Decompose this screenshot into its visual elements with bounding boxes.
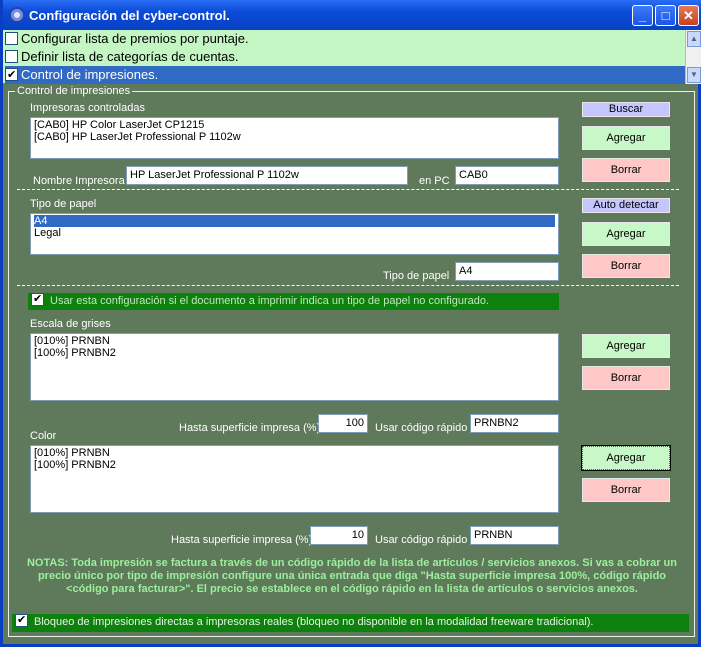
main-window: Configuración del cyber-control. _ □ ✕ C… [0, 0, 701, 647]
list-item[interactable]: A4 [34, 215, 555, 227]
title-bar[interactable]: Configuración del cyber-control. _ □ ✕ [3, 0, 701, 30]
close-button[interactable]: ✕ [678, 5, 699, 26]
list-item[interactable]: [CAB0] HP LaserJet Professional P 1102w [34, 131, 555, 143]
add-printer-button[interactable]: Agregar [582, 126, 670, 150]
pc-label: en PC [419, 175, 450, 187]
paper-type-label: Tipo de papel [30, 198, 97, 210]
list-item[interactable]: [CAB0] HP Color LaserJet CP1215 [34, 119, 555, 131]
paper-type-list[interactable]: A4 Legal [30, 213, 559, 255]
divider [17, 189, 679, 190]
delete-paper-button[interactable]: Borrar [582, 254, 670, 278]
block-direct-label: Bloqueo de impresiones directas a impres… [34, 616, 594, 628]
auto-detect-button[interactable]: Auto detectar [582, 198, 670, 213]
pc-field[interactable]: CAB0 [455, 166, 559, 185]
add-grayscale-button[interactable]: Agregar [582, 334, 670, 358]
notes-text: NOTAS: Toda impresión se factura a travé… [26, 557, 677, 595]
list-item[interactable]: [010%] PRNBN [34, 447, 555, 459]
grayscale-code-field[interactable]: PRNBN2 [470, 414, 559, 433]
printers-label: Impresoras controladas [30, 102, 145, 114]
window-title: Configuración del cyber-control. [29, 8, 230, 23]
color-code-field[interactable]: PRNBN [470, 526, 559, 545]
list-item-impresiones[interactable]: Control de impresiones. [5, 66, 685, 84]
categorias-checkbox[interactable] [5, 50, 18, 63]
grayscale-list[interactable]: [010%] PRNBN [100%] PRNBN2 [30, 333, 559, 401]
delete-color-button[interactable]: Borrar [582, 478, 670, 502]
buscar-button[interactable]: Buscar [582, 102, 670, 117]
list-item-label: Definir lista de categorías de cuentas. [21, 49, 239, 64]
delete-printer-button[interactable]: Borrar [582, 158, 670, 182]
use-config-option[interactable]: Usar esta configuración si el documento … [28, 291, 559, 310]
color-surface-label: Hasta superficie impresa (%) [171, 534, 313, 546]
block-direct-option[interactable]: Bloqueo de impresiones directas a impres… [12, 612, 689, 632]
block-direct-checkbox[interactable] [15, 612, 28, 628]
paper-type-field-label: Tipo de papel [383, 270, 450, 282]
paper-type-field[interactable]: A4 [455, 262, 559, 281]
scroll-up-icon[interactable]: ▲ [687, 31, 701, 47]
list-scrollbar[interactable]: ▲ ▼ [685, 30, 701, 84]
printer-name-field[interactable]: HP LaserJet Professional P 1102w [126, 166, 408, 185]
divider [17, 285, 679, 286]
add-paper-button[interactable]: Agregar [582, 222, 670, 246]
grayscale-code-label: Usar código rápido [375, 422, 468, 434]
color-label: Color [30, 430, 57, 442]
app-gear-icon [9, 7, 25, 23]
use-config-label: Usar esta configuración si el documento … [50, 295, 490, 307]
list-item[interactable]: [010%] PRNBN [34, 335, 555, 347]
list-item-categorias[interactable]: Definir lista de categorías de cuentas. [5, 48, 685, 66]
grayscale-surface-field[interactable]: 100 [318, 414, 368, 433]
list-item[interactable]: Legal [34, 227, 555, 239]
use-config-checkbox[interactable] [31, 291, 44, 307]
grayscale-surface-label: Hasta superficie impresa (%) [179, 422, 321, 434]
config-options-list: Configurar lista de premios por puntaje.… [3, 30, 701, 84]
maximize-button[interactable]: □ [655, 5, 676, 26]
printers-list[interactable]: [CAB0] HP Color LaserJet CP1215 [CAB0] H… [30, 117, 559, 159]
list-item[interactable]: [100%] PRNBN2 [34, 347, 555, 359]
list-item[interactable]: [100%] PRNBN2 [34, 459, 555, 471]
list-item-label: Control de impresiones. [21, 67, 159, 82]
add-color-button[interactable]: Agregar [581, 445, 671, 471]
frame-legend: Control de impresiones [15, 85, 133, 97]
impresiones-checkbox[interactable] [5, 66, 18, 84]
list-item-premios[interactable]: Configurar lista de premios por puntaje. [5, 30, 685, 48]
printer-name-label: Nombre Impresora [33, 175, 125, 187]
premios-checkbox[interactable] [5, 32, 18, 45]
color-code-label: Usar código rápido [375, 534, 468, 546]
color-list[interactable]: [010%] PRNBN [100%] PRNBN2 [30, 445, 559, 513]
color-surface-field[interactable]: 10 [310, 526, 368, 545]
list-item-label: Configurar lista de premios por puntaje. [21, 31, 249, 46]
minimize-button[interactable]: _ [632, 5, 653, 26]
delete-grayscale-button[interactable]: Borrar [582, 366, 670, 390]
scroll-down-icon[interactable]: ▼ [687, 67, 701, 83]
grayscale-label: Escala de grises [30, 318, 111, 330]
